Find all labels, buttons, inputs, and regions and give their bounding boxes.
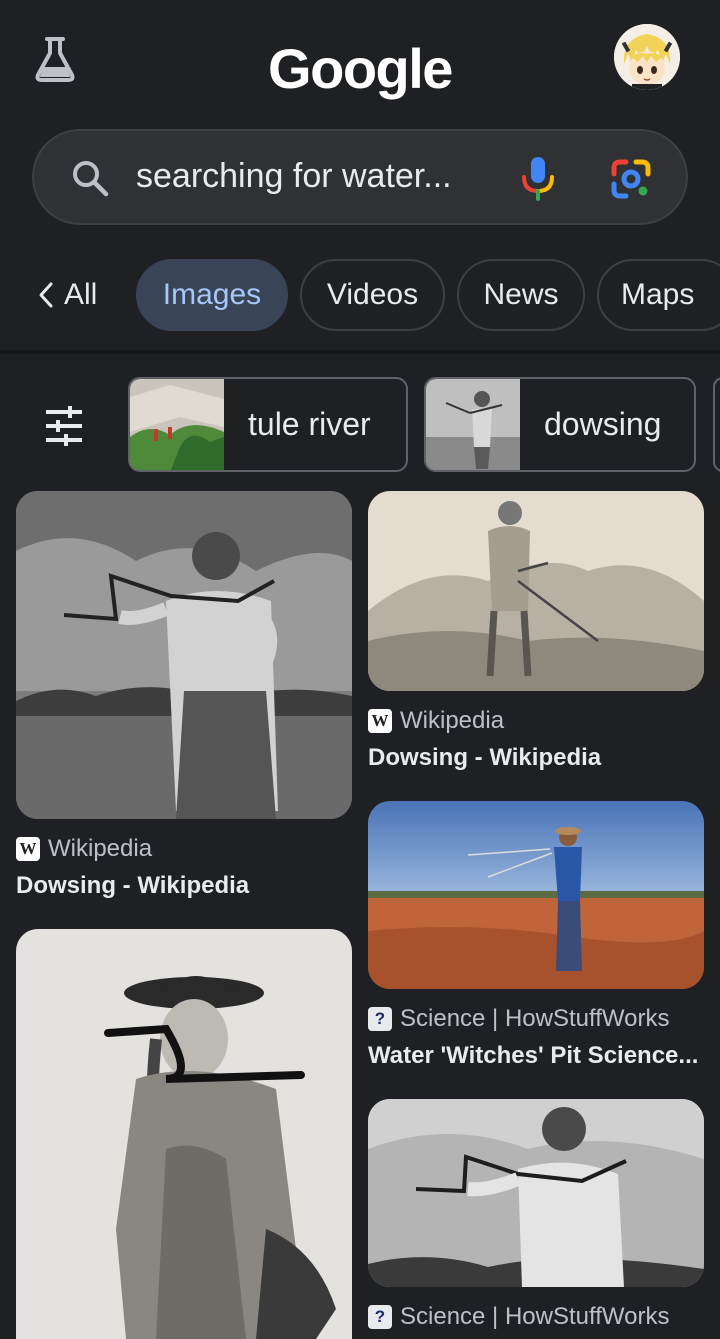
result-source: W Wikipedia [16, 835, 152, 863]
howstuffworks-icon: ? [368, 1305, 392, 1329]
result-image [368, 491, 704, 691]
search-bar[interactable]: searching for water... [32, 129, 688, 225]
wikipedia-icon: W [16, 837, 40, 861]
result-source-label: Wikipedia [400, 707, 505, 734]
result-source: ? Science | HowStuffWorks [368, 1005, 669, 1033]
mic-icon[interactable] [518, 155, 558, 201]
chip-thumbnail [426, 379, 520, 470]
tab-news[interactable]: News [457, 259, 585, 331]
search-icon [73, 161, 109, 197]
tab-maps[interactable]: Maps [597, 259, 720, 331]
tab-all-label: All [64, 278, 98, 311]
tab-images[interactable]: Images [136, 259, 288, 331]
result-title[interactable]: Dowsing - Wikipedia [16, 872, 352, 900]
result-source-label: Science | HowStuffWorks [400, 1005, 670, 1032]
image-result[interactable]: W Wikipedia Dowsing - Wikipedia [368, 491, 704, 776]
search-input[interactable]: searching for water... [136, 157, 452, 196]
result-source-label: Wikipedia [48, 835, 153, 862]
wikipedia-icon: W [368, 709, 392, 733]
result-image [16, 491, 352, 819]
chip-overflow[interactable] [713, 377, 720, 472]
chip-thumbnail [130, 379, 224, 470]
result-image [368, 801, 704, 989]
chevron-left-icon [39, 282, 53, 308]
tab-all[interactable]: All [38, 259, 97, 331]
image-result[interactable]: ? Science | HowStuffWorks [368, 1099, 704, 1339]
tune-icon[interactable] [40, 402, 88, 450]
avatar[interactable] [614, 24, 680, 90]
result-source-label: Science | HowStuffWorks [400, 1303, 670, 1330]
howstuffworks-icon: ? [368, 1007, 392, 1031]
google-logo[interactable]: Google [0, 36, 720, 101]
divider [0, 350, 720, 354]
result-image [368, 1099, 704, 1287]
image-result[interactable]: W Wikipedia Dowsing - Wikipedia [16, 491, 352, 901]
tab-videos[interactable]: Videos [300, 259, 445, 331]
search-tabs: All Images Videos News Maps [0, 259, 720, 331]
result-image [16, 929, 352, 1339]
chip-dowsing[interactable]: dowsing [424, 377, 696, 472]
image-result[interactable] [16, 929, 352, 1339]
result-source: W Wikipedia [368, 707, 504, 735]
lens-icon[interactable] [610, 158, 652, 200]
result-title[interactable]: Dowsing - Wikipedia [368, 744, 704, 772]
chip-tule-river[interactable]: tule river [128, 377, 408, 472]
chip-label: dowsing [544, 406, 662, 442]
result-source: ? Science | HowStuffWorks [368, 1303, 669, 1331]
chip-label: tule river [248, 406, 371, 442]
result-title[interactable]: Water 'Witches' Pit Science... [368, 1042, 704, 1070]
header: Google [0, 0, 720, 120]
image-result[interactable]: ? Science | HowStuffWorks Water 'Witches… [368, 801, 704, 1076]
